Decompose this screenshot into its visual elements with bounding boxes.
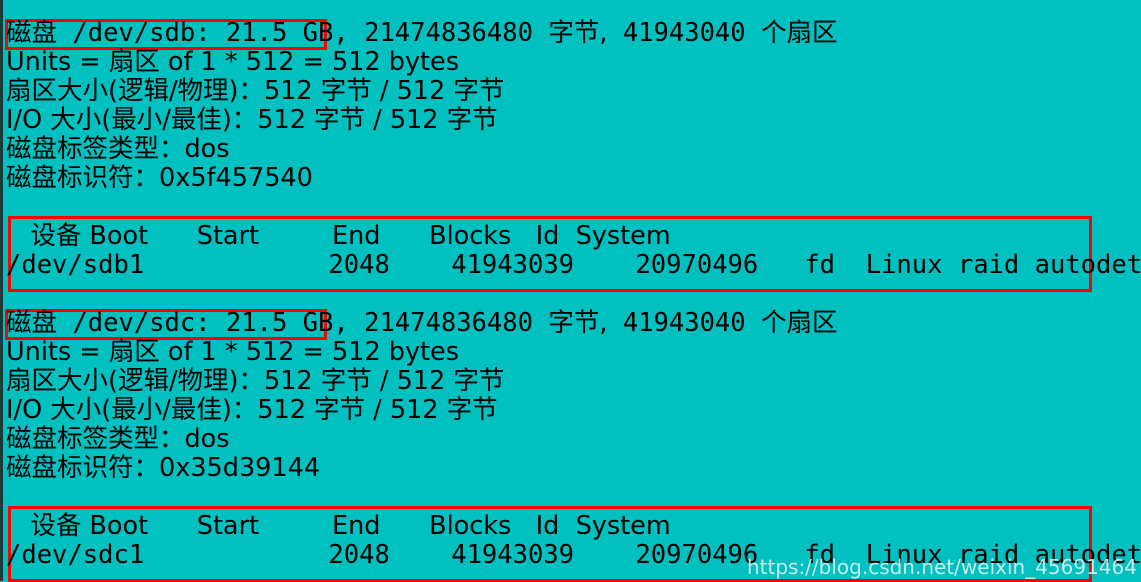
disk-header-bytes-unit-sdb: 字节, xyxy=(548,18,608,48)
disk-header-sectors-sdb: 41943040 xyxy=(622,18,746,48)
disk-header-label-sdb: 磁盘 xyxy=(6,18,58,48)
disk-identifier-line-sdb: 磁盘标识符：0x5f457540 xyxy=(6,163,313,193)
io-size-line-sdb: I/O 大小(最小/最佳)：512 字节 / 512 字节 xyxy=(6,105,498,135)
sector-size-line-sdb: 扇区大小(逻辑/物理)：512 字节 / 512 字节 xyxy=(6,76,505,106)
disk-header-size-sdb: 21.5 GB, xyxy=(225,18,349,48)
terminal-left-edge xyxy=(0,0,3,581)
disk-header-bytes-sdc: 21474836480 xyxy=(364,308,533,338)
partition-table-header-sdb: 设备 Boot Start End Blocks Id System xyxy=(6,221,671,251)
disk-header-bytes-unit-sdc: 字节, xyxy=(548,308,608,338)
disk-identifier-line-sdc: 磁盘标识符：0x35d39144 xyxy=(6,453,321,483)
disk-header-device-sdb: /dev/sdb: xyxy=(72,18,211,48)
partition-table-row-sdb1: /dev/sdb1 2048 41943039 20970496 fd Linu… xyxy=(6,250,1141,280)
disk-header-bytes-sdb: 21474836480 xyxy=(364,18,533,48)
partition-table-header-sdc: 设备 Boot Start End Blocks Id System xyxy=(6,511,671,541)
units-line-sdc: Units = 扇区 of 1 * 512 = 512 bytes xyxy=(6,337,460,367)
terminal-window: 磁盘 /dev/sdb: 21.5 GB, 21474836480 字节, 41… xyxy=(0,0,1141,582)
disk-header-size-sdc: 21.5 GB, xyxy=(225,308,349,338)
disk-label-type-line-sdb: 磁盘标签类型：dos xyxy=(6,134,230,164)
sector-size-line-sdc: 扇区大小(逻辑/物理)：512 字节 / 512 字节 xyxy=(6,366,505,396)
io-size-line-sdc: I/O 大小(最小/最佳)：512 字节 / 512 字节 xyxy=(6,395,498,425)
disk-header-device-sdc: /dev/sdc: xyxy=(72,308,211,338)
units-line-sdb: Units = 扇区 of 1 * 512 = 512 bytes xyxy=(6,47,460,77)
disk-header-sectors-unit-sdc: 个扇区 xyxy=(761,308,838,338)
disk-header-sectors-sdc: 41943040 xyxy=(622,308,746,338)
disk-header-line-sdc: 磁盘 /dev/sdc: 21.5 GB, 21474836480 字节, 41… xyxy=(6,309,838,338)
disk-header-sectors-unit-sdb: 个扇区 xyxy=(761,18,838,48)
disk-header-label-sdc: 磁盘 xyxy=(6,308,58,338)
disk-label-type-line-sdc: 磁盘标签类型：dos xyxy=(6,424,230,454)
disk-header-line-sdb: 磁盘 /dev/sdb: 21.5 GB, 21474836480 字节, 41… xyxy=(6,19,838,48)
watermark-text: https://blog.csdn.net/weixin_45691464 xyxy=(746,555,1137,579)
